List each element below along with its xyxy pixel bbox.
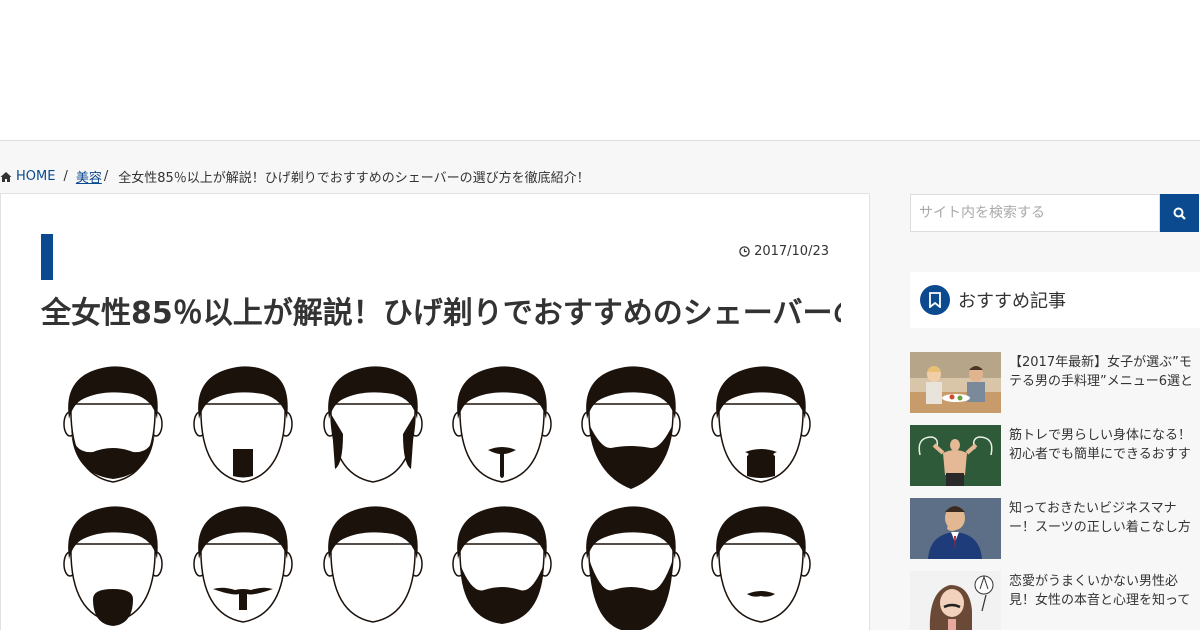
search-icon	[1173, 207, 1186, 220]
home-icon	[0, 171, 12, 182]
thumbnail-image[interactable]	[910, 571, 1001, 630]
widget-title: おすすめ記事	[958, 291, 1066, 312]
post-date: 2017/10/23	[739, 244, 829, 259]
article-title: 全女性85％以上が解説！ひげ剃りでおすすめのシェーバーの選び方を徹底紹介！	[41, 296, 841, 331]
clock-icon	[739, 246, 750, 257]
thumbnail-image[interactable]	[910, 498, 1001, 559]
breadcrumb-home-link[interactable]: HOME	[0, 169, 55, 184]
recommended-title[interactable]: 【2017年最新】女子が選ぶ”モテる男の手料理”メニュー6選と作り方まとめ	[1001, 352, 1200, 392]
breadcrumb-separator: /	[103, 169, 109, 184]
thumbnail-image[interactable]	[910, 425, 1001, 486]
breadcrumb-current: 全女性85％以上が解説！ひげ剃りでおすすめのシェーバーの選び方を徹底紹介！	[118, 171, 590, 186]
bookmark-icon	[920, 285, 950, 315]
recommended-list: 【2017年最新】女子が選ぶ”モテる男の手料理”メニュー6選と作り方まとめ 筋ト…	[910, 352, 1200, 630]
breadcrumb-home-label: HOME	[16, 169, 56, 184]
list-item[interactable]: 筋トレで男らしい身体になる！初心者でも簡単にできるおすすめ筋トレメニュー紹介	[910, 425, 1200, 486]
list-item[interactable]: 知っておきたいビジネスマナー！スーツの正しい着こなし方と選び方を完全ガイド	[910, 498, 1200, 559]
recommended-widget-header: おすすめ記事	[910, 272, 1200, 328]
article-card: 2017/10/23 全女性85％以上が解説！ひげ剃りでおすすめのシェーバーの選…	[0, 193, 870, 630]
breadcrumb-separator: /	[63, 169, 68, 184]
breadcrumb: HOME / 美容 / 全女性85％以上が解説！ひげ剃りでおすすめのシェーバーの…	[0, 167, 590, 186]
search-input[interactable]	[910, 194, 1160, 232]
list-item[interactable]: 恋愛がうまくいかない男性必見！女性の本音と心理を知ってモテる男になる方法	[910, 571, 1200, 630]
thumbnail-image[interactable]	[910, 352, 1001, 413]
breadcrumb-category-link[interactable]: 美容	[76, 167, 102, 186]
site-header	[0, 0, 1200, 141]
search-button[interactable]	[1160, 194, 1199, 232]
recommended-title[interactable]: 知っておきたいビジネスマナー！スーツの正しい着こなし方と選び方を完全ガイド	[1001, 498, 1200, 538]
beard-styles-illustration	[63, 366, 811, 630]
recommended-title[interactable]: 恋愛がうまくいかない男性必見！女性の本音と心理を知ってモテる男になる方法	[1001, 571, 1200, 611]
recommended-title[interactable]: 筋トレで男らしい身体になる！初心者でも簡単にできるおすすめ筋トレメニュー紹介	[1001, 425, 1200, 465]
search-form	[910, 194, 1199, 232]
post-date-text: 2017/10/23	[754, 244, 829, 259]
category-label-bar[interactable]	[41, 234, 53, 280]
list-item[interactable]: 【2017年最新】女子が選ぶ”モテる男の手料理”メニュー6選と作り方まとめ	[910, 352, 1200, 413]
